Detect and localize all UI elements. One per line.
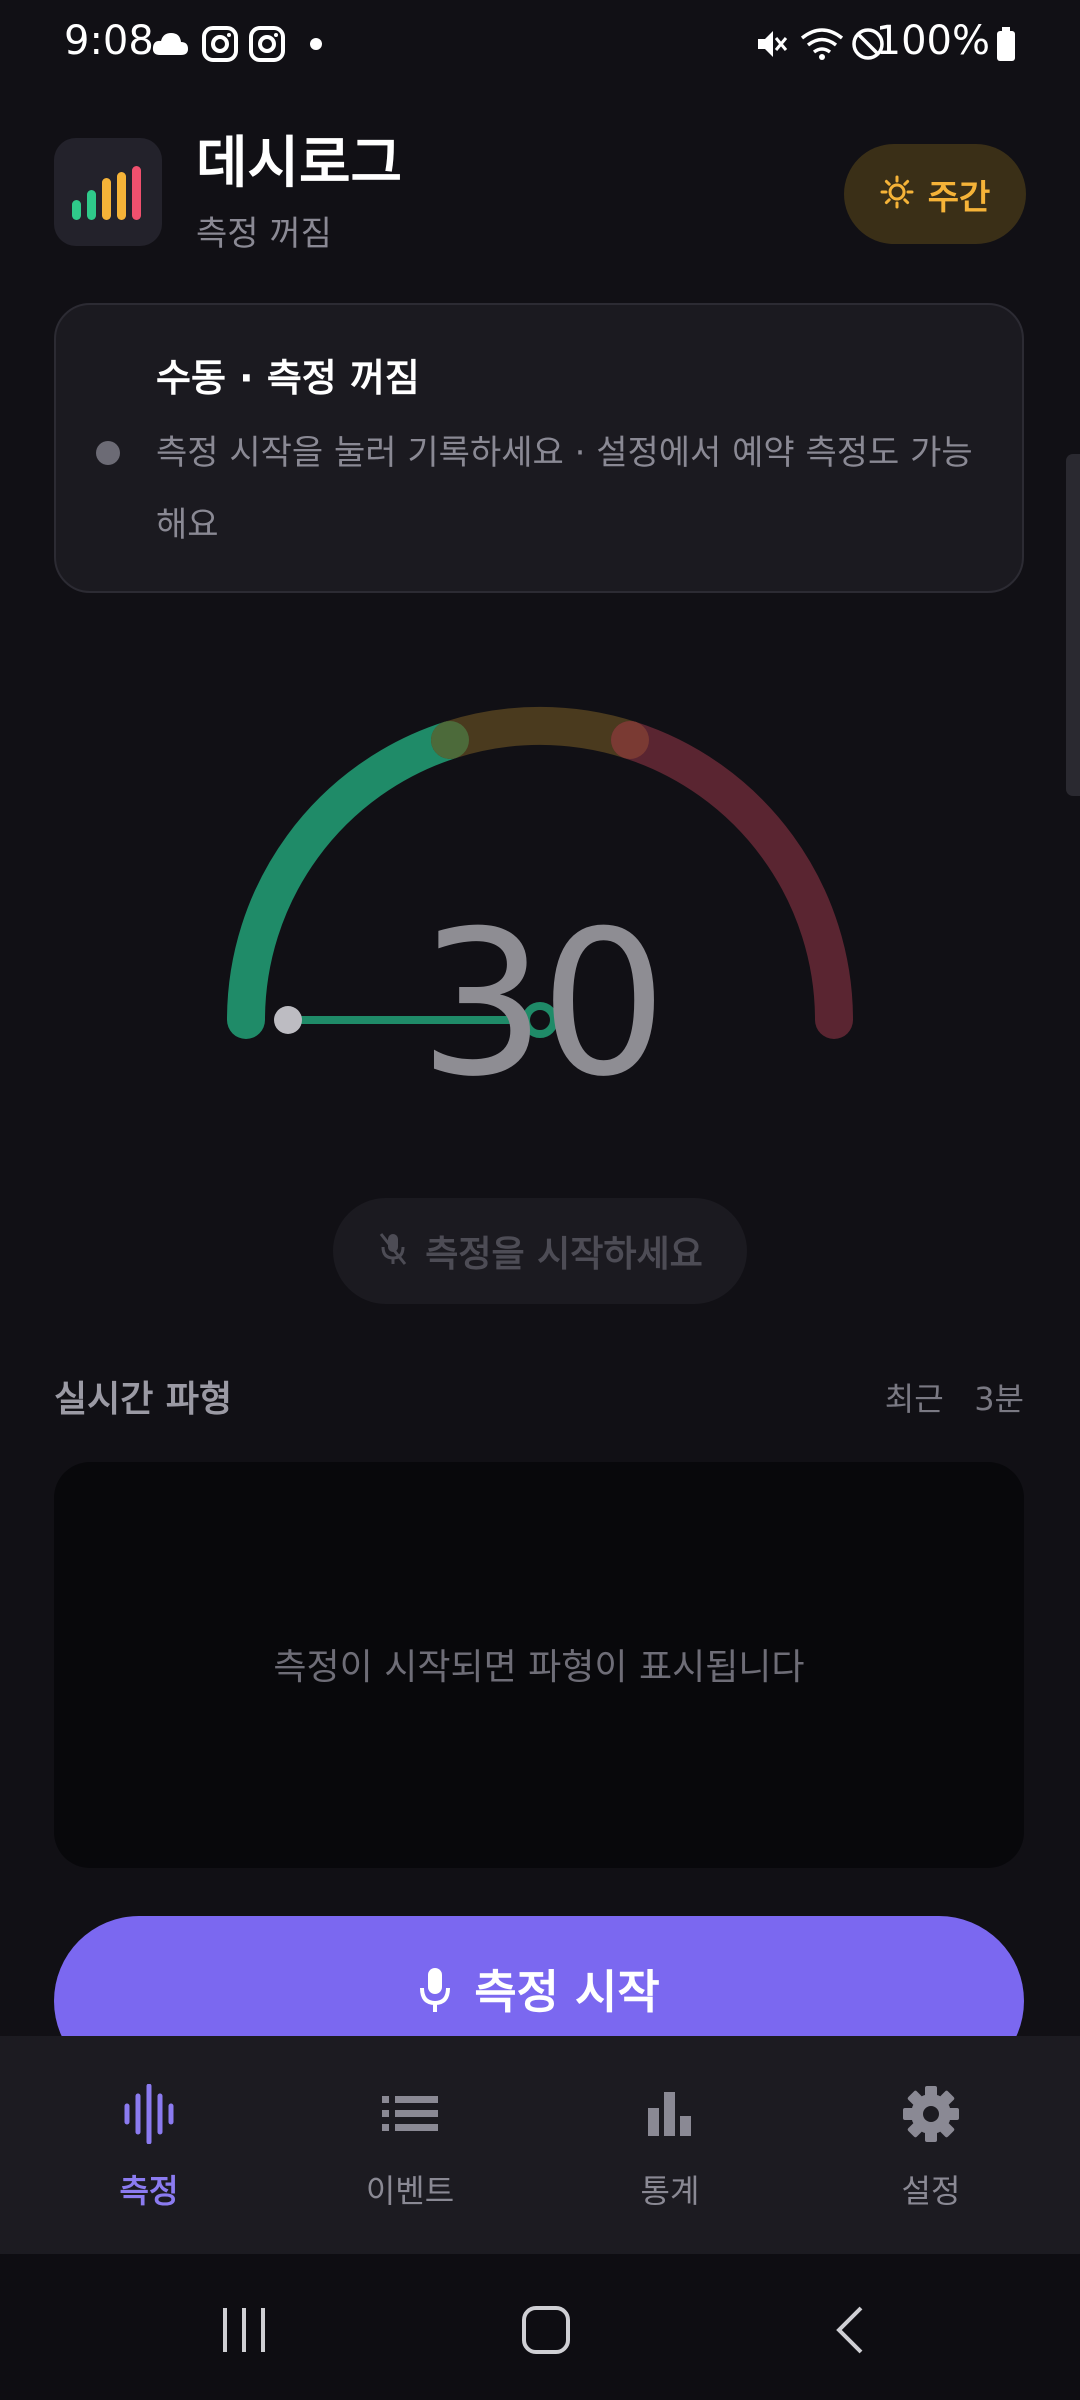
- app-title: 데시로그: [196, 131, 403, 196]
- tab-stats[interactable]: 통계: [535, 2036, 805, 2254]
- info-card: 수동 · 측정 꺼짐 측정 시작을 눌러 기록하세요 · 설정에서 예약 측정도…: [54, 303, 1024, 593]
- gear-icon: [796, 2078, 1066, 2150]
- mute-icon: [752, 22, 792, 66]
- mic-icon: [418, 1966, 452, 2018]
- list-icon: [275, 2078, 545, 2150]
- home-icon[interactable]: [506, 2290, 586, 2370]
- gauge-marker-high: [611, 721, 649, 759]
- tab-measure[interactable]: 측정: [14, 2036, 284, 2254]
- tab-measure-label: 측정: [119, 2172, 179, 2210]
- sun-icon: [880, 175, 914, 213]
- mic-off-icon: [377, 1231, 409, 1271]
- bar-chart-icon: [535, 2078, 805, 2150]
- info-title: 수동 · 측정 꺼짐: [156, 356, 420, 400]
- app-logo: [54, 138, 162, 246]
- tab-settings[interactable]: 설정: [796, 2036, 1066, 2254]
- instagram-icon: [200, 22, 240, 66]
- cloud-icon: [150, 22, 190, 66]
- waveform-panel: 측정이 시작되면 파형이 표시됩니다: [54, 1462, 1024, 1868]
- bottom-nav: 측정 이벤트 통계 설정: [0, 2036, 1080, 2254]
- status-dot-icon: [96, 441, 120, 465]
- waveform-range: 최근 3분: [884, 1380, 1024, 1418]
- wifi-icon: [798, 22, 846, 66]
- battery-percent: 100%: [875, 18, 990, 64]
- gauge-amber-segment: [431, 706, 649, 759]
- waveform-icon: [14, 2078, 284, 2150]
- hint-label: 측정을 시작하세요: [425, 1234, 703, 1275]
- tab-stats-label: 통계: [640, 2172, 700, 2210]
- gauge-needle-tip: [274, 1006, 302, 1034]
- gauge-marker-low: [431, 721, 469, 759]
- instagram-icon: [247, 22, 287, 66]
- status-time: 9:08: [64, 18, 154, 64]
- start-hint: 측정을 시작하세요: [333, 1198, 747, 1304]
- day-mode-button[interactable]: 주간: [844, 144, 1026, 244]
- back-icon[interactable]: [810, 2290, 890, 2370]
- battery-icon: [994, 22, 1018, 66]
- dot-icon: [306, 22, 326, 66]
- tab-events-label: 이벤트: [365, 2172, 455, 2210]
- waveform-title: 실시간 파형: [54, 1379, 233, 1420]
- info-description: 측정 시작을 눌러 기록하세요 · 설정에서 예약 측정도 가능해요: [156, 433, 973, 545]
- waveform-empty-message: 측정이 시작되면 파형이 표시됩니다: [273, 1647, 805, 1688]
- tab-settings-label: 설정: [901, 2172, 961, 2210]
- measurement-status: 측정 꺼짐: [196, 214, 332, 254]
- start-button-label: 측정 시작: [474, 1965, 660, 2019]
- decibel-value: 30: [418, 888, 668, 1121]
- tab-events[interactable]: 이벤트: [275, 2036, 545, 2254]
- system-nav-bar: [0, 2254, 1080, 2400]
- status-bar: 9:08 100%: [0, 0, 1080, 92]
- recent-apps-icon[interactable]: [204, 2290, 284, 2370]
- mode-label: 주간: [927, 177, 991, 218]
